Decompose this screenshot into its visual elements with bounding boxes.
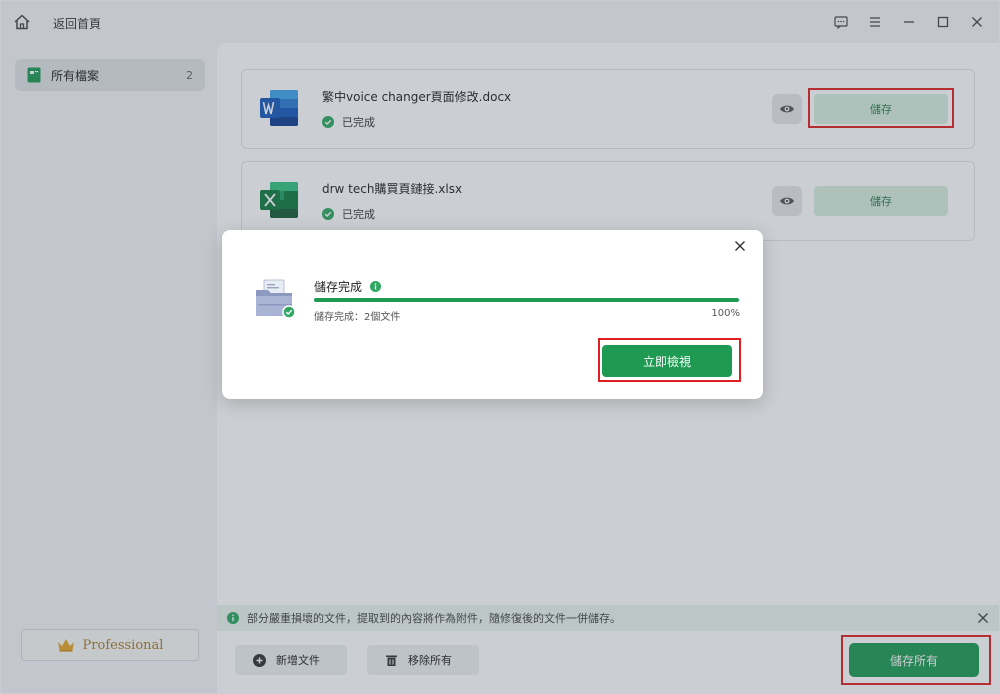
progress-bar (314, 298, 739, 302)
progress-fill (314, 298, 739, 302)
app-window: 返回首頁 所有檔案 2 Professional 繁中voice changer… (0, 0, 1000, 694)
save-complete-dialog: 儲存完成 儲存完成：2個文件 100% 立即檢視 (222, 230, 763, 399)
close-icon[interactable] (734, 240, 746, 252)
highlight-box (598, 338, 741, 382)
info-icon[interactable] (370, 281, 382, 292)
progress-status-text: 儲存完成：2個文件 (314, 312, 401, 323)
progress-percent: 100% (711, 308, 740, 319)
dialog-title: 儲存完成 (314, 278, 382, 295)
dialog-title-label: 儲存完成 (314, 280, 363, 294)
folder-complete-icon (252, 278, 298, 320)
